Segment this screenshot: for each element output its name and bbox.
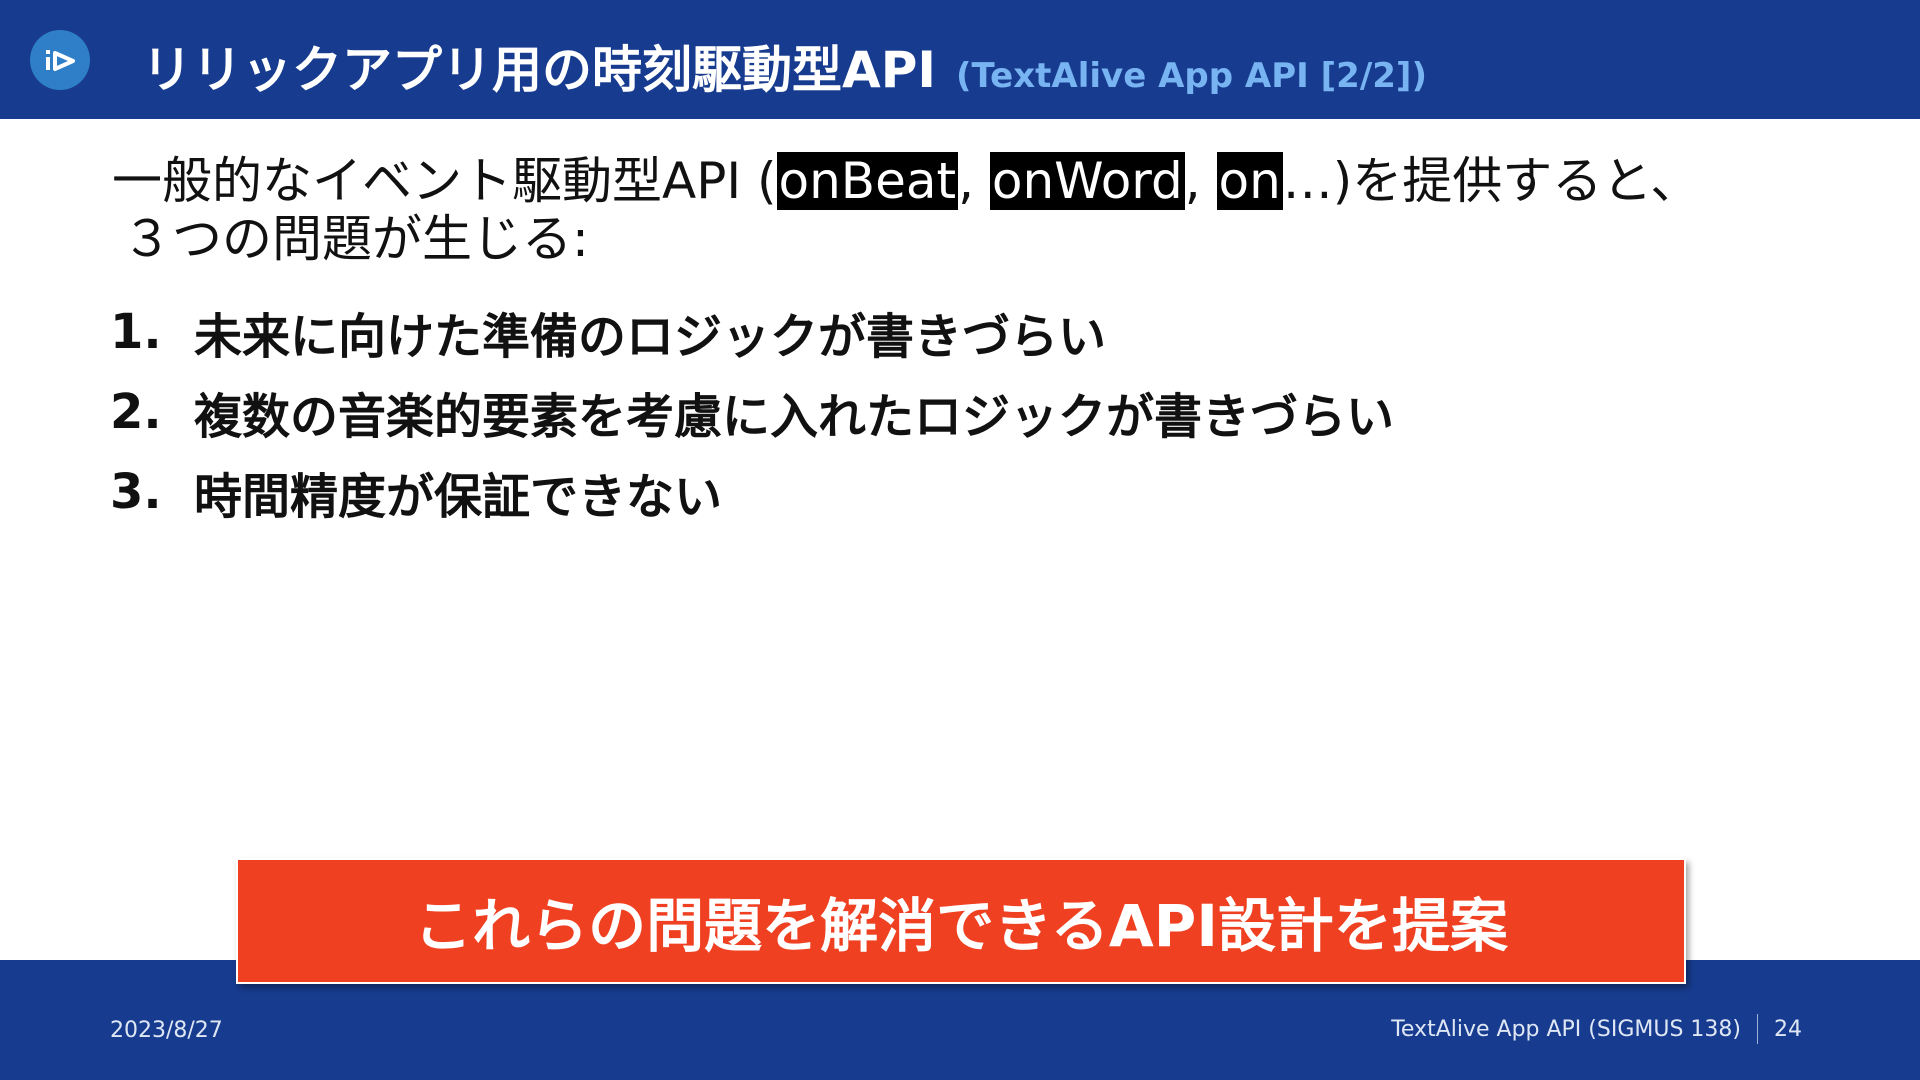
textalive-logo-icon [30, 30, 90, 90]
list-item-number: 1. [110, 304, 162, 360]
intro-text: 一般的なイベント駆動型API (onBeat, onWord, on…)を提供す… [112, 152, 1812, 268]
list-item: 3. 時間精度が保証できない [110, 452, 1394, 532]
list-item-number: 3. [110, 464, 162, 520]
slide-header: リリックアプリ用の時刻駆動型API (TextAlive App API [2/… [0, 0, 1920, 119]
intro-sep1: , [958, 152, 990, 210]
callout-box: これらの問題を解消できるAPI設計を提案 [236, 858, 1686, 984]
page-number: 24 [1774, 1016, 1802, 1042]
intro-part2: …)を提供すると、 [1282, 152, 1701, 210]
intro-sep2: , [1184, 152, 1217, 210]
list-item: 1. 未来に向けた準備のロジックが書きづらい [110, 292, 1394, 372]
list-item-text: 複数の音楽的要素を考慮に入れたロジックが書きづらい [194, 389, 1395, 445]
intro-part1: 一般的なイベント駆動型API ( [112, 152, 777, 210]
code-onbeat: onBeat [776, 152, 959, 210]
title-subtitle: (TextAlive App API [2/2]) [955, 56, 1427, 96]
footer-title: TextAlive App API (SIGMUS 138) [1391, 1016, 1741, 1042]
footer-divider [1757, 1014, 1758, 1044]
problem-list: 1. 未来に向けた準備のロジックが書きづらい 2. 複数の音楽的要素を考慮に入れ… [110, 292, 1394, 532]
title-main: リリックアプリ用の時刻駆動型API [142, 41, 936, 99]
list-item: 2. 複数の音楽的要素を考慮に入れたロジックが書きづらい [110, 372, 1394, 452]
list-item-text: 時間精度が保証できない [194, 469, 723, 525]
footer-info: TextAlive App API (SIGMUS 138) 24 [1391, 1014, 1802, 1044]
list-item-number: 2. [110, 384, 162, 440]
code-on: on [1216, 152, 1283, 210]
callout-text: これらの問題を解消できるAPI設計を提案 [414, 892, 1508, 960]
list-item-text: 未来に向けた準備のロジックが書きづらい [194, 309, 1107, 365]
intro-line2: ３つの問題が生じる: [122, 210, 589, 268]
footer-date: 2023/8/27 [110, 1018, 223, 1043]
slide-title: リリックアプリ用の時刻駆動型API (TextAlive App API [2/… [142, 30, 1427, 99]
code-onword: onWord [989, 152, 1185, 210]
